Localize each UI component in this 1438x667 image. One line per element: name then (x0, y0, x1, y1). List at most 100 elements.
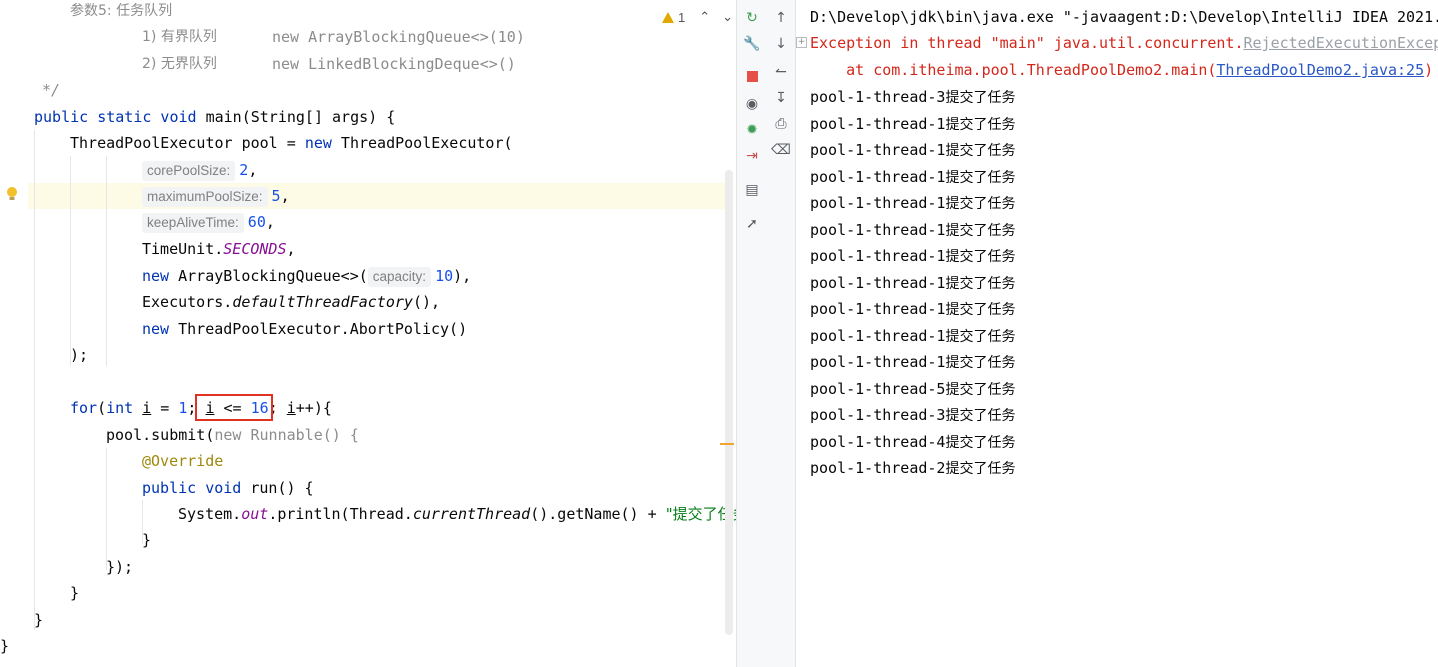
indent-guide (106, 156, 107, 366)
output-message: 提交了任务 (945, 143, 1016, 159)
thread-name: pool-1-thread-1 (810, 114, 946, 133)
thread-name: pool-1-thread-1 (810, 167, 946, 186)
output-message: 提交了任务 (945, 461, 1016, 477)
console-output-line: pool-1-thread-1提交了任务 (810, 296, 1015, 322)
comment-end: */ (42, 81, 61, 99)
chevron-down-icon[interactable]: ⌄ (722, 9, 733, 25)
comment-unbounded-value: new LinkedBlockingDeque<>() (272, 55, 516, 73)
close-brace-main: } (34, 611, 44, 629)
output-message: 提交了任务 (945, 222, 1016, 239)
fold-plus-icon[interactable]: + (796, 37, 807, 48)
output-message: 提交了任务 (945, 249, 1016, 265)
thread-name: pool-1-thread-5 (810, 379, 946, 398)
output-message: 提交了任务 (945, 381, 1016, 398)
console-output-line: pool-1-thread-3提交了任务 (810, 84, 1015, 110)
scroll-to-end-icon[interactable]: ↧ (771, 88, 791, 108)
thread-name: pool-1-thread-4 (810, 432, 946, 451)
soft-wrap-icon[interactable]: ↼ (771, 62, 791, 82)
param-hint: corePoolSize: (142, 161, 236, 181)
layout-icon[interactable]: ▤ (742, 180, 762, 200)
output-message: 提交了任务 (945, 169, 1016, 186)
run-toolbar: ↻ 🔧 ◉ ✹ ⇥ ▤ ➚ ↑ ↓ ↼ ↧ ⎙ ⌫ (736, 0, 796, 667)
camera-icon[interactable]: ◉ (742, 94, 762, 114)
param-hint: keepAliveTime: (142, 213, 244, 233)
indent-guide (34, 130, 35, 630)
close-submit: }); (106, 558, 134, 576)
comment-bounded-value: new ArrayBlockingQueue<>(10) (272, 28, 525, 46)
output-message: 提交了任务 (945, 116, 1016, 133)
thread-name: pool-1-thread-1 (810, 247, 946, 265)
stacktrace-link[interactable]: ThreadPoolDemo2.java:25 (1216, 61, 1424, 79)
close-brace-run: } (142, 531, 152, 549)
stop-icon[interactable] (742, 66, 762, 86)
console-output-line: pool-1-thread-1提交了任务 (810, 243, 1015, 269)
lightbulb-icon[interactable] (6, 186, 18, 202)
output-message: 提交了任务 (945, 275, 1016, 292)
current-line-highlight (28, 183, 726, 209)
code-editor[interactable]: 1 ⌃ ⌄ 参数5: 任务队列 1) 有界队列 new ArrayBlockin… (0, 0, 736, 667)
console-output-line: pool-1-thread-1提交了任务 (810, 270, 1015, 296)
console-output-line: pool-1-thread-1提交了任务 (810, 323, 1015, 349)
loop-condition-highlight (195, 394, 273, 421)
output-message: 提交了任务 (945, 328, 1016, 345)
thread-name: pool-1-thread-1 (810, 141, 946, 159)
inspection-widget[interactable]: 1 ⌃ ⌄ (662, 7, 733, 27)
run-method-line: public void run() { (142, 479, 314, 497)
println-line: System.out.println(Thread.currentThread(… (178, 505, 736, 523)
console-exception-line: Exception in thread "main" java.util.con… (810, 30, 1438, 56)
close-brace-for: } (70, 584, 80, 602)
warning-count: 1 (678, 9, 686, 25)
scrollbar-warning-marker[interactable] (720, 443, 734, 445)
run-console[interactable]: D:\Develop\jdk\bin\java.exe "-javaagent:… (796, 0, 1438, 667)
output-message: 提交了任务 (945, 196, 1016, 212)
close-brace-class: } (0, 637, 10, 655)
scroll-up-icon[interactable]: ↑ (771, 8, 791, 28)
console-output-line: pool-1-thread-4提交了任务 (810, 429, 1015, 455)
comment-param5: 参数5: 任务队列 (70, 3, 173, 19)
console-output-line: pool-1-thread-2提交了任务 (810, 455, 1015, 481)
core-pool-size-line: corePoolSize: 2, (142, 157, 257, 183)
override-annotation: @Override (142, 452, 224, 470)
thread-name: pool-1-thread-3 (810, 406, 946, 424)
wrench-icon[interactable]: 🔧 (742, 34, 762, 54)
thread-name: pool-1-thread-1 (810, 220, 946, 239)
max-pool-size-line: maximumPoolSize: 5, (142, 183, 290, 209)
exit-icon[interactable]: ⇥ (742, 146, 762, 166)
thread-name: pool-1-thread-1 (810, 326, 946, 345)
console-output-line: pool-1-thread-1提交了任务 (810, 190, 1015, 216)
indent-guide (70, 156, 71, 366)
thread-name: pool-1-thread-1 (810, 273, 946, 292)
queue-line: new ArrayBlockingQueue<>(capacity: 10), (142, 267, 472, 287)
comment-bounded-queue: 1) 有界队列 (142, 29, 217, 45)
thread-name: pool-1-thread-1 (810, 194, 946, 212)
print-icon[interactable]: ⎙ (771, 114, 791, 134)
abort-policy-line: new ThreadPoolExecutor.AbortPolicy() (142, 320, 468, 338)
console-output-line: pool-1-thread-1提交了任务 (810, 111, 1015, 137)
indent-guide (106, 448, 107, 570)
trash-icon[interactable]: ⌫ (771, 140, 791, 160)
output-message: 提交了任务 (945, 90, 1016, 106)
console-output-line: pool-1-thread-3提交了任务 (810, 402, 1015, 428)
rerun-icon[interactable]: ↻ (742, 8, 762, 28)
thread-factory-line: Executors.defaultThreadFactory(), (142, 293, 441, 311)
close-paren-line: ); (70, 346, 89, 364)
console-output-line: pool-1-thread-1提交了任务 (810, 137, 1015, 163)
thread-name: pool-1-thread-1 (810, 353, 946, 371)
scroll-down-icon[interactable]: ↓ (771, 34, 791, 54)
thread-name: pool-1-thread-3 (810, 88, 946, 106)
thread-name: pool-1-thread-2 (810, 459, 946, 477)
console-stacktrace-line: at com.itheima.pool.ThreadPoolDemo2.main… (810, 61, 1434, 79)
output-message: 提交了任务 (945, 434, 1016, 451)
exception-class-link[interactable]: RejectedExecutionExcep (1243, 34, 1438, 52)
console-command-line: D:\Develop\jdk\bin\java.exe "-javaagent:… (810, 8, 1438, 26)
thread-name: pool-1-thread-1 (810, 300, 946, 318)
output-message: 提交了任务 (945, 302, 1016, 318)
editor-scrollbar[interactable] (725, 170, 733, 635)
chevron-up-icon[interactable]: ⌃ (699, 9, 710, 25)
time-unit-line: TimeUnit.SECONDS, (142, 240, 296, 258)
pin-icon[interactable]: ➚ (742, 214, 762, 234)
keep-alive-line: keepAliveTime: 60, (142, 209, 275, 235)
output-message: 提交了任务 (945, 408, 1016, 424)
console-output-line: pool-1-thread-5提交了任务 (810, 376, 1015, 402)
debug-bug-icon[interactable]: ✹ (742, 120, 762, 140)
